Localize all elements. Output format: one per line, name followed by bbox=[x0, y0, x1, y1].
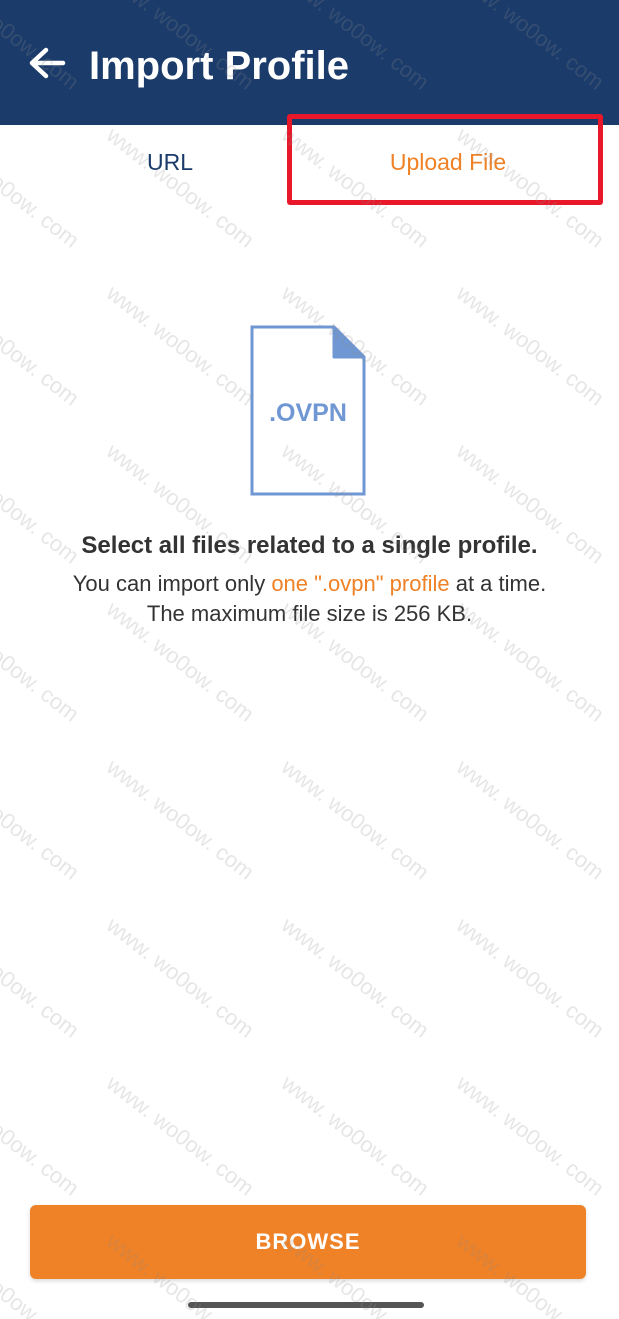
browse-button[interactable]: BROWSE bbox=[30, 1205, 586, 1279]
import-limit-prefix: You can import only bbox=[72, 571, 272, 596]
back-button[interactable] bbox=[24, 42, 70, 88]
watermark-text: www. wo0ow. com bbox=[451, 280, 609, 411]
watermark-text: www. wo0ow. com bbox=[0, 754, 84, 885]
instruction-headline: Select all files related to a single pro… bbox=[81, 532, 538, 559]
ovpn-file-label: .OVPN bbox=[269, 399, 347, 427]
watermark-text: www. wo0ow. com bbox=[451, 754, 609, 885]
import-limit-highlight: one ".ovpn" profile bbox=[271, 571, 450, 596]
app-bar: Import Profile bbox=[0, 0, 619, 125]
watermark-text: www. wo0ow. com bbox=[101, 912, 259, 1043]
page-title: Import Profile bbox=[89, 44, 350, 88]
file-size-limit-text: The maximum file size is 256 KB. bbox=[146, 601, 473, 626]
tab-url[interactable]: URL bbox=[30, 125, 310, 200]
tab-upload-file[interactable]: Upload File bbox=[309, 125, 587, 200]
watermark-text: www. wo0ow. com bbox=[276, 1070, 434, 1201]
watermark-text: www. wo0ow. com bbox=[0, 912, 84, 1043]
arrow-left-icon bbox=[28, 47, 66, 84]
import-limit-text: You can import only one ".ovpn" profile … bbox=[0, 571, 619, 597]
watermark-text: www. wo0ow. com bbox=[276, 912, 434, 1043]
watermark-text: www. wo0ow. com bbox=[451, 912, 609, 1043]
tab-bar: URL Upload File bbox=[0, 125, 619, 200]
home-indicator[interactable] bbox=[188, 1302, 424, 1308]
watermark-text: www. wo0ow. com bbox=[451, 1070, 609, 1201]
watermark-text: www. wo0ow. com bbox=[0, 1070, 84, 1201]
watermark-text: www. wo0ow. com bbox=[0, 280, 84, 411]
import-limit-suffix: at a time. bbox=[449, 571, 547, 596]
watermark-text: www. wo0ow. com bbox=[101, 754, 259, 885]
watermark-text: www. wo0ow. com bbox=[276, 754, 434, 885]
watermark-text: www. wo0ow. com bbox=[101, 280, 259, 411]
ovpn-file-icon: .OVPN bbox=[247, 324, 369, 498]
watermark-text: www. wo0ow. com bbox=[101, 1070, 259, 1201]
